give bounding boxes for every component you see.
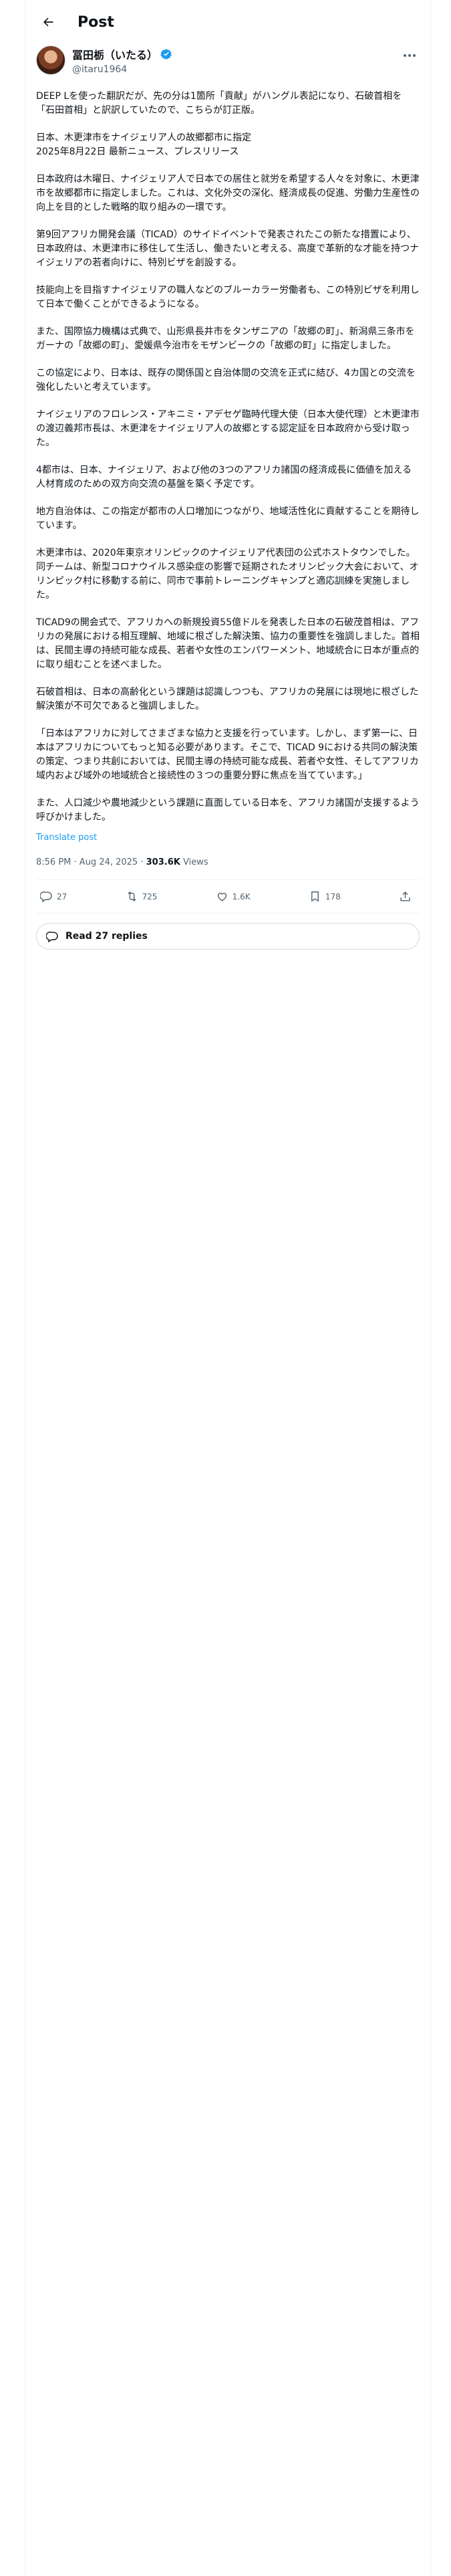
action-bar: 27 725 1.6K 178 xyxy=(36,880,420,914)
avatar[interactable] xyxy=(36,45,65,75)
post-paragraph: この協定により、日本は、既存の関係国と自治体間の交流を正式に結び、4カ国との交流… xyxy=(36,368,416,393)
replies-bubble-icon xyxy=(46,931,58,942)
post-paragraph: TICAD9の開会式で、アフリカへの新規投資55億ドルを発表した日本の石破茂首相… xyxy=(36,617,420,670)
author-name[interactable]: 冨田栃（いたる） xyxy=(72,46,158,62)
author-info: 冨田栃（いたる） @itaru1964 xyxy=(72,44,172,75)
share-button[interactable] xyxy=(399,890,416,903)
translate-post-link[interactable]: Translate post xyxy=(36,833,420,843)
post-paragraph: 日本、木更津市をナイジェリア人の故郷都市に指定 2025年8月22日 最新ニュー… xyxy=(36,132,251,157)
reply-icon xyxy=(40,891,52,903)
more-options-button[interactable] xyxy=(400,48,420,63)
like-button[interactable]: 1.6K xyxy=(216,890,251,903)
post-paragraph: 石破首相は、日本の高齢化という課題は認識しつつも、アフリカの発展には現地に根ざし… xyxy=(36,687,419,712)
post-paragraph: また、国際協力機構は式典で、山形県長井市をタンザニアの「故郷の町」、新潟県三条市… xyxy=(36,326,415,351)
bookmark-button[interactable]: 178 xyxy=(309,890,341,903)
post-paragraph: DEEP Lを使った翻訳だが、先の分は1箇所「貢献」がハングル表記になり、石破首… xyxy=(36,91,402,116)
post-paragraph: 木更津市は、2020年東京オリンピックのナイジェリア代表団の公式ホストタウンでし… xyxy=(36,548,419,601)
post-paragraph: 第9回アフリカ開発会議（TICAD）のサイドイベントで発表されたこの新たな措置に… xyxy=(36,229,420,268)
author-row: 冨田栃（いたる） @itaru1964 xyxy=(36,44,420,83)
post-date[interactable]: Aug 24, 2025 xyxy=(80,857,138,867)
repost-count: 725 xyxy=(142,891,158,901)
post-paragraph: 地方自治体は、この指定が都市の人口増加につながり、地域活性化に貢献することを期待… xyxy=(36,506,420,531)
post-text: DEEP Lを使った翻訳だが、先の分は1箇所「貢献」がハングル表記になり、石破首… xyxy=(36,90,420,825)
verified-badge-icon xyxy=(160,49,172,60)
like-count: 1.6K xyxy=(232,891,251,901)
post-time[interactable]: 8:56 PM xyxy=(36,857,71,867)
post-meta: 8:56 PM · Aug 24, 2025 · 303.6K Views xyxy=(36,857,420,880)
post-paragraph: 技能向上を目指すナイジェリアの職人などのブルーカラー労働者も、この特別ビザを利用… xyxy=(36,285,420,310)
like-icon xyxy=(217,893,227,901)
top-bar: Post xyxy=(25,0,430,44)
page-title: Post xyxy=(78,13,114,31)
post-page: Post 冨田栃（いたる） @itaru1964 DEEP Lを使った翻訳だが、… xyxy=(25,0,431,2576)
post-paragraph: 「日本はアフリカに対してさまざまな協力と支援を行っています。しかし、まず第一に、… xyxy=(36,728,419,781)
bookmark-count: 178 xyxy=(325,891,341,901)
reply-button[interactable]: 27 xyxy=(40,890,67,903)
views-label: Views xyxy=(182,857,208,867)
author-handle[interactable]: @itaru1964 xyxy=(72,64,172,75)
back-arrow-icon xyxy=(43,17,53,27)
post-paragraph: また、人口減少や農地減少という課題に直面している日本を、アフリカ諸国が支援するよ… xyxy=(36,798,420,823)
read-replies-label: Read 27 replies xyxy=(65,931,148,942)
repost-button[interactable]: 725 xyxy=(126,890,158,903)
post-paragraph: 4都市は、日本、ナイジェリア、および他の3つのアフリカ諸国の経済成長に価値を加え… xyxy=(36,465,412,490)
bookmark-icon xyxy=(311,891,319,902)
post-paragraph: ナイジェリアのフロレンス・アキニミ・アデセゲ臨時代理大使（日本大使代理）と木更津… xyxy=(36,409,420,448)
more-icon xyxy=(404,54,406,57)
views-count: 303.6K xyxy=(146,857,180,867)
read-replies-button[interactable]: Read 27 replies xyxy=(36,923,420,950)
post-paragraph: 日本政府は木曜日、ナイジェリア人で日本での居住と就労を希望する人々を対象に、木更… xyxy=(36,174,420,213)
reply-count: 27 xyxy=(57,891,67,901)
repost-icon xyxy=(127,891,136,901)
back-button[interactable] xyxy=(36,10,60,34)
share-icon xyxy=(400,891,410,901)
